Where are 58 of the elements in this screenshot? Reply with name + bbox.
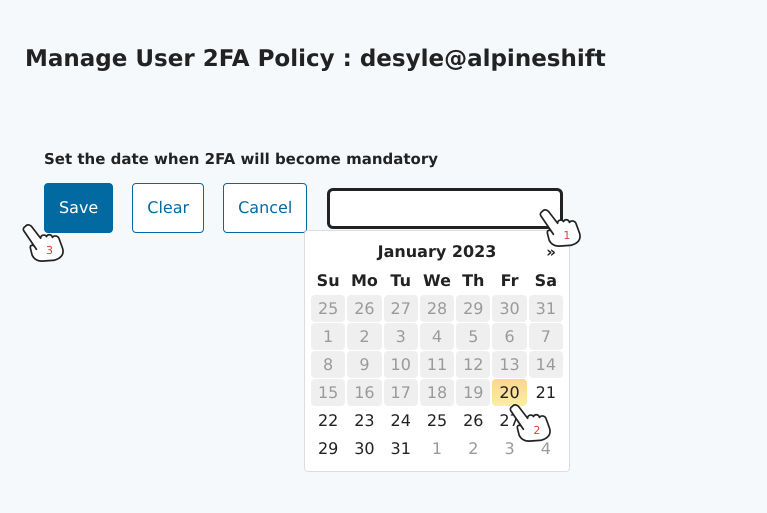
calendar-day[interactable]: 9 <box>347 351 382 378</box>
calendar-day[interactable]: 1 <box>311 323 346 350</box>
date-input-field[interactable] <box>327 188 564 228</box>
save-button[interactable]: Save <box>44 182 114 232</box>
calendar-day[interactable]: 29 <box>311 435 346 462</box>
weekday-header: We <box>422 270 452 292</box>
calendar-day[interactable]: 25 <box>311 295 346 322</box>
weekday-header: Mo <box>350 270 379 292</box>
calendar-day[interactable]: 29 <box>456 295 490 322</box>
hand-pointer-icon <box>22 222 66 262</box>
calendar-day[interactable]: 30 <box>492 295 527 322</box>
weekday-header: Sa <box>534 270 558 292</box>
month-title: January 2023 <box>378 241 496 263</box>
calendar-day[interactable]: 18 <box>420 379 454 406</box>
calendar-day[interactable]: 22 <box>311 407 346 434</box>
calendar-day[interactable]: 8 <box>311 351 346 378</box>
calendar-day[interactable]: 3 <box>492 435 527 462</box>
calendar-day[interactable]: 25 <box>420 407 454 434</box>
form-button[interactable]: Clear <box>132 182 204 232</box>
weekday-header: Tu <box>389 270 412 292</box>
step-number: 1 <box>563 230 570 240</box>
calendar-day[interactable]: 20 <box>492 379 527 406</box>
calendar-day[interactable]: 14 <box>528 351 563 378</box>
calendar-day[interactable]: 23 <box>347 407 382 434</box>
calendar-day[interactable]: 13 <box>492 351 527 378</box>
weekday-header: Su <box>316 270 341 292</box>
calendar-day[interactable]: 15 <box>311 379 346 406</box>
calendar-day[interactable]: 6 <box>492 323 527 350</box>
page-title: Manage User 2FA Policy : desyle@alpineshift <box>25 45 606 74</box>
form-button[interactable]: Cancel <box>223 182 308 232</box>
calendar-day[interactable]: 28 <box>420 295 454 322</box>
calendar-day[interactable]: 21 <box>528 379 563 406</box>
calendar-day[interactable]: 4 <box>528 435 563 462</box>
calendar-day[interactable]: 4 <box>420 323 454 350</box>
calendar-day[interactable]: 3 <box>384 323 418 350</box>
field-label: Set the date when 2FA will become mandatory <box>44 149 440 170</box>
calendar-day[interactable]: 7 <box>528 323 563 350</box>
calendar-day[interactable]: 19 <box>456 379 490 406</box>
calendar-day[interactable]: 11 <box>420 351 454 378</box>
calendar-day[interactable]: 27 <box>384 295 418 322</box>
step-number: 2 <box>533 425 540 436</box>
calendar-day[interactable]: 1 <box>420 435 454 462</box>
calendar-day[interactable]: 10 <box>384 351 418 378</box>
calendar-day[interactable]: 16 <box>347 379 382 406</box>
calendar-day[interactable]: 30 <box>347 435 382 462</box>
calendar-day[interactable]: 26 <box>456 407 490 434</box>
calendar-day[interactable]: 12 <box>456 351 490 378</box>
calendar-day[interactable]: 2 <box>347 323 382 350</box>
calendar-day[interactable]: 26 <box>347 295 382 322</box>
weekday-header: Th <box>461 270 486 292</box>
weekday-header: Fr <box>500 270 520 292</box>
calendar-day[interactable]: 24 <box>384 407 418 434</box>
calendar-day[interactable]: 31 <box>384 435 418 462</box>
calendar-day[interactable]: 31 <box>528 295 563 322</box>
calendar-day[interactable]: 5 <box>456 323 490 350</box>
step-number: 3 <box>46 244 53 256</box>
calendar-day[interactable]: 2 <box>456 435 490 462</box>
calendar-day[interactable]: 17 <box>384 379 418 406</box>
